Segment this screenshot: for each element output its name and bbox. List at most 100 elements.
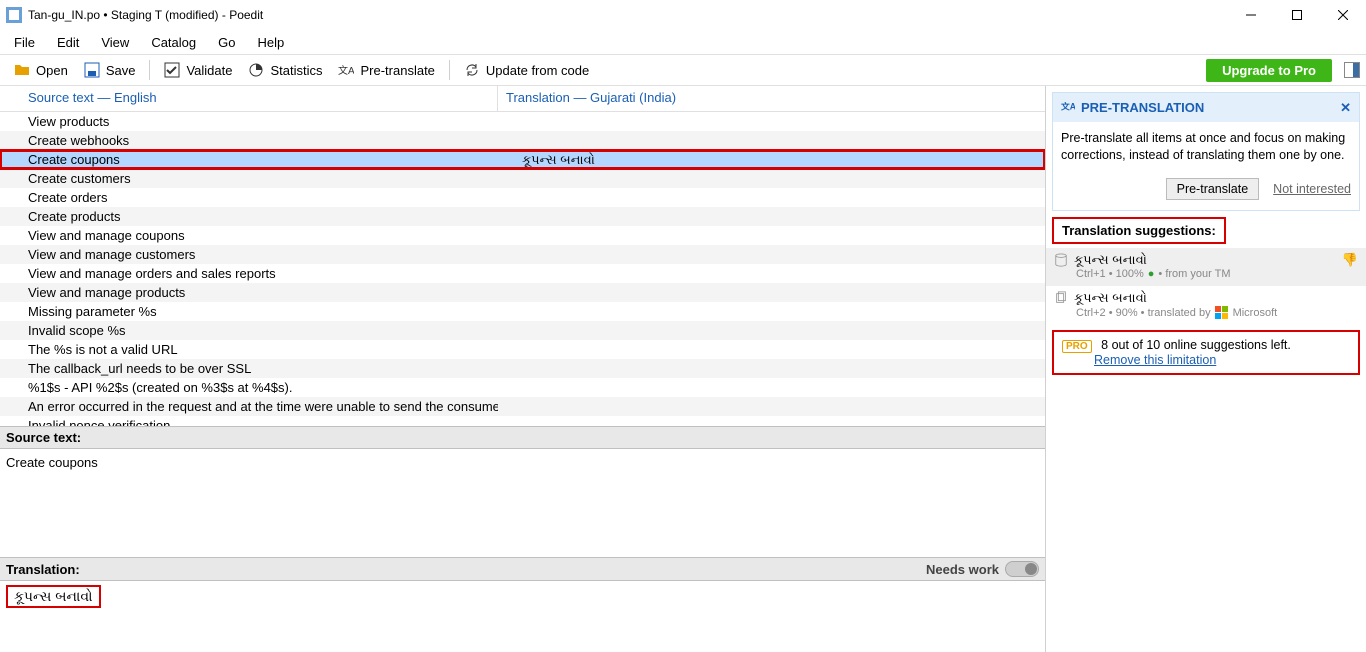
update-label: Update from code (486, 63, 589, 78)
menu-bar: File Edit View Catalog Go Help (0, 30, 1366, 54)
pretranslate-button[interactable]: 文A Pre-translate (330, 60, 442, 80)
save-label: Save (106, 63, 136, 78)
needs-work-label: Needs work (926, 562, 999, 577)
translation-input[interactable]: કૂપન્સ બનાવો (0, 581, 1045, 639)
statistics-label: Statistics (270, 63, 322, 78)
main-pane: Source text — English Translation — Guja… (0, 86, 1046, 652)
source-cell: %1$s - API %2$s (created on %3$s at %4$s… (0, 380, 498, 395)
suggestion-meta: Ctrl+2 • 90% • translated by (1076, 307, 1211, 319)
translation-cell: કૂપન્સ બનાવો (498, 152, 1045, 168)
column-source[interactable]: Source text — English (0, 86, 498, 111)
translation-bar: Translation: Needs work (0, 557, 1045, 581)
pie-chart-icon (248, 62, 264, 78)
source-cell: The callback_url needs to be over SSL (0, 361, 498, 376)
copy-icon (1054, 291, 1068, 305)
source-cell: The %s is not a valid URL (0, 342, 498, 357)
translate-icon: 文A (1061, 99, 1075, 116)
needs-work-toggle[interactable] (1005, 561, 1039, 577)
menu-go[interactable]: Go (208, 33, 245, 52)
upgrade-to-pro-button[interactable]: Upgrade to Pro (1206, 59, 1332, 82)
source-cell: View and manage products (0, 285, 498, 300)
column-translation[interactable]: Translation — Gujarati (India) (498, 86, 1045, 111)
table-row[interactable]: The callback_url needs to be over SSL (0, 359, 1045, 378)
table-row[interactable]: %1$s - API %2$s (created on %3$s at %4$s… (0, 378, 1045, 397)
pro-badge: PRO (1062, 340, 1092, 353)
translation-label: Translation: (6, 562, 80, 577)
pre-translation-panel: 文A PRE-TRANSLATION ✕ Pre-translate all i… (1052, 92, 1360, 211)
source-cell: Create orders (0, 190, 498, 205)
table-row[interactable]: View and manage customers (0, 245, 1045, 264)
table-row[interactable]: View and manage orders and sales reports (0, 264, 1045, 283)
toolbar-separator (149, 60, 150, 80)
side-panel: 文A PRE-TRANSLATION ✕ Pre-translate all i… (1046, 86, 1366, 652)
source-cell: Create customers (0, 171, 498, 186)
source-cell: Invalid scope %s (0, 323, 498, 338)
save-button[interactable]: Save (76, 60, 144, 80)
window-buttons (1228, 0, 1366, 30)
table-row[interactable]: Invalid scope %s (0, 321, 1045, 340)
toggle-sidebar-button[interactable] (1344, 62, 1360, 78)
table-row[interactable]: Invalid nonce verification (0, 416, 1045, 426)
translation-value: કૂપન્સ બનાવો (6, 585, 101, 608)
remove-limitation-link[interactable]: Remove this limitation (1094, 353, 1350, 367)
translate-icon: 文A (338, 62, 354, 78)
database-icon (1054, 253, 1068, 267)
statistics-button[interactable]: Statistics (240, 60, 330, 80)
thumbs-down-icon[interactable]: 👎 (1342, 252, 1358, 268)
table-row[interactable]: An error occurred in the request and at … (0, 397, 1045, 416)
suggestion-provider: Microsoft (1233, 307, 1278, 319)
table-row[interactable]: View products (0, 112, 1045, 131)
table-row[interactable]: Create products (0, 207, 1045, 226)
menu-edit[interactable]: Edit (47, 33, 89, 52)
microsoft-icon (1215, 306, 1229, 320)
menu-file[interactable]: File (4, 33, 45, 52)
open-button[interactable]: Open (6, 60, 76, 80)
source-cell: An error occurred in the request and at … (0, 399, 498, 414)
list-header: Source text — English Translation — Guja… (0, 86, 1045, 112)
table-row[interactable]: View and manage coupons (0, 226, 1045, 245)
source-cell: Create products (0, 209, 498, 224)
toolbar: Open Save Validate Statistics 文A Pre-tra… (0, 54, 1366, 86)
refresh-icon (464, 62, 480, 78)
table-row[interactable]: Create customers (0, 169, 1045, 188)
close-icon[interactable]: ✕ (1340, 100, 1351, 116)
close-button[interactable] (1320, 0, 1366, 30)
table-row[interactable]: Create orders (0, 188, 1045, 207)
suggestion-item[interactable]: કૂપન્સ બનાવો 👎 Ctrl+1 • 100% ● • from yo… (1046, 248, 1366, 286)
title-bar: Tan-gu_IN.po • Staging T (modified) - Po… (0, 0, 1366, 30)
source-cell: View products (0, 114, 498, 129)
maximize-button[interactable] (1274, 0, 1320, 30)
menu-help[interactable]: Help (247, 33, 294, 52)
save-icon (84, 62, 100, 78)
suggestions-header: Translation suggestions: (1052, 217, 1226, 244)
source-cell: View and manage coupons (0, 228, 498, 243)
table-row[interactable]: The %s is not a valid URL (0, 340, 1045, 359)
pro-limitation-box: PRO 8 out of 10 online suggestions left.… (1052, 330, 1360, 375)
source-cell: View and manage orders and sales reports (0, 266, 498, 281)
not-interested-link[interactable]: Not interested (1273, 182, 1351, 196)
table-row[interactable]: Missing parameter %s (0, 302, 1045, 321)
open-label: Open (36, 63, 68, 78)
suggestion-text: કૂપન્સ બનાવો (1074, 290, 1147, 306)
suggestion-meta-source: • from your TM (1158, 268, 1230, 280)
table-row[interactable]: Create webhooks (0, 131, 1045, 150)
menu-catalog[interactable]: Catalog (141, 33, 206, 52)
source-cell: Invalid nonce verification (0, 418, 498, 426)
translation-list[interactable]: View products Create webhooks Create coupo… (0, 112, 1045, 426)
suggestion-item[interactable]: કૂપન્સ બનાવો Ctrl+2 • 90% • translated b… (1046, 286, 1366, 326)
pre-translate-action-button[interactable]: Pre-translate (1166, 178, 1260, 200)
validate-button[interactable]: Validate (156, 60, 240, 80)
source-text-display: Create coupons (0, 449, 1045, 557)
table-row[interactable]: View and manage products (0, 283, 1045, 302)
window-title: Tan-gu_IN.po • Staging T (modified) - Po… (28, 8, 1228, 22)
suggestion-meta: Ctrl+1 • 100% (1076, 268, 1144, 280)
minimize-button[interactable] (1228, 0, 1274, 30)
check-icon (164, 62, 180, 78)
table-row[interactable]: Create couponsકૂપન્સ બનાવો (0, 150, 1045, 169)
validate-label: Validate (186, 63, 232, 78)
update-from-code-button[interactable]: Update from code (456, 60, 597, 80)
check-icon: ● (1148, 268, 1155, 280)
source-cell: Create webhooks (0, 133, 498, 148)
pro-text: 8 out of 10 online suggestions left. (1101, 338, 1291, 352)
menu-view[interactable]: View (91, 33, 139, 52)
